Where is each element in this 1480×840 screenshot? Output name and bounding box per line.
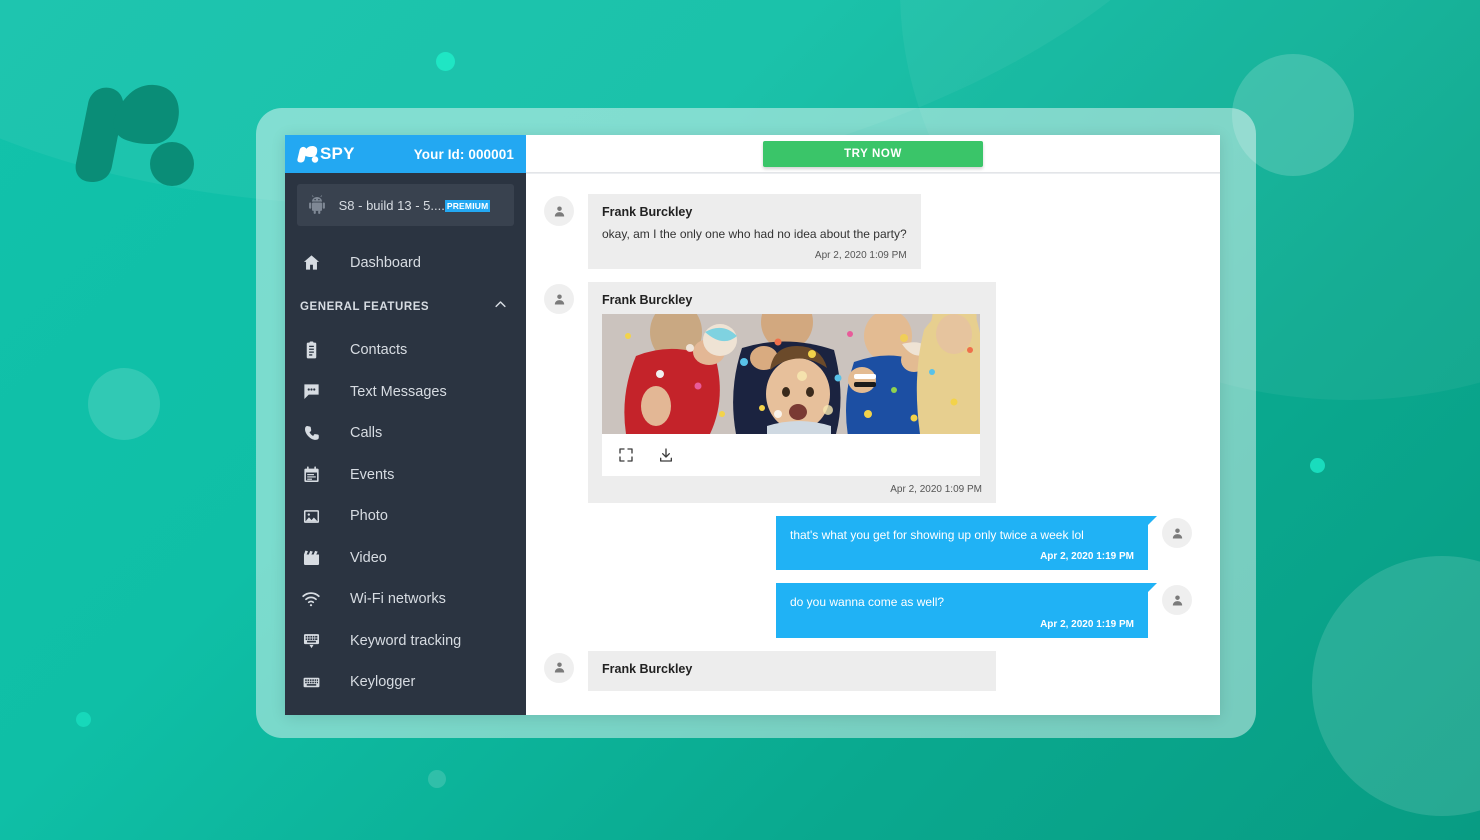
party-photo	[602, 314, 980, 435]
attachment-photo[interactable]	[602, 314, 980, 435]
image-action-bar	[602, 434, 980, 477]
message-time: Apr 2, 2020 1:19 PM	[1040, 618, 1134, 630]
message-bubble: that's what you get for showing up only …	[776, 516, 1157, 571]
avatar	[544, 652, 574, 683]
try-now-bar: TRY NOW	[526, 135, 1220, 173]
avatar	[544, 284, 574, 315]
message-sender: Frank Burckley	[602, 205, 693, 219]
chat-message-row: Frank Burckley okay, am I the only one w…	[544, 194, 1192, 270]
bg-dot-right	[1310, 458, 1325, 473]
app-window: SPY Your Id: 000001 TRY NOW S8 - build 1…	[285, 135, 1220, 715]
mspy-m-icon	[297, 145, 319, 163]
sidebar-item-label: Calls	[350, 425, 383, 442]
message-text: that's what you get for showing up only …	[790, 528, 1084, 543]
window-body: S8 - build 13 - 5.... PREMIUM Dashboard G…	[285, 173, 1220, 715]
logo-text: SPY	[320, 144, 355, 163]
android-icon	[309, 195, 325, 214]
device-name-text: S8 - build 13 - 5....	[338, 197, 445, 213]
sidebar-item-calls[interactable]: Calls	[285, 413, 526, 455]
message-time: Apr 2, 2020 1:09 PM	[814, 250, 907, 262]
sidebar-item-label: Dashboard	[350, 254, 421, 271]
sidebar-item-label: Video	[350, 549, 387, 566]
mspy-watermark-logo	[75, 84, 194, 186]
sidebar-item-text-messages[interactable]: Text Messages	[285, 371, 526, 413]
try-now-button[interactable]: TRY NOW	[763, 140, 983, 167]
sidebar-item-contacts[interactable]: Contacts	[285, 330, 526, 372]
photo-icon	[300, 505, 322, 527]
sidebar-item-photo[interactable]: Photo	[285, 496, 526, 538]
chat-message-row: Frank Burckley	[544, 650, 1192, 691]
sidebar-item-label: Keylogger	[350, 674, 416, 691]
image-attachment	[602, 314, 980, 477]
home-icon	[300, 252, 322, 274]
sidebar-nav-list: Contacts Text Messages Calls Events Photo Vid…	[285, 330, 526, 704]
premium-badge: PREMIUM	[444, 200, 491, 213]
message-icon	[300, 381, 322, 403]
keyword-icon	[300, 630, 322, 652]
mspy-logo[interactable]: SPY	[297, 144, 355, 164]
device-name: S8 - build 13 - 5.... PREMIUM	[327, 198, 504, 213]
message-time: Apr 2, 2020 1:19 PM	[1040, 551, 1134, 563]
avatar	[1162, 518, 1192, 549]
sidebar-item-keylogger[interactable]: Keylogger	[285, 662, 526, 704]
sidebar-item-events[interactable]: Events	[285, 454, 526, 496]
chat-message-row: that's what you get for showing up only …	[544, 516, 1192, 571]
chat-panel[interactable]: Frank Burckley okay, am I the only one w…	[526, 173, 1220, 715]
sidebar-item-wi-fi-networks[interactable]: Wi-Fi networks	[285, 579, 526, 621]
bg-circle-bottom-right	[1312, 556, 1480, 816]
message-text: okay, am I the only one who had no idea …	[602, 227, 907, 241]
user-id-label: Your Id: 000001	[413, 146, 514, 162]
chat-message-list: Frank Burckley okay, am I the only one w…	[526, 188, 1220, 691]
chevron-up-icon	[493, 297, 508, 317]
bg-dot-bottom	[428, 770, 446, 788]
top-bar: SPY Your Id: 000001 TRY NOW	[285, 135, 1220, 173]
video-icon	[300, 547, 322, 569]
message-bubble: Frank Burckley okay, am I the only one w…	[588, 194, 921, 270]
message-text: do you wanna come as well?	[790, 595, 945, 610]
avatar	[1162, 585, 1192, 616]
calendar-icon	[300, 464, 322, 486]
message-bubble: do you wanna come as well? Apr 2, 2020 1…	[776, 583, 1157, 638]
message-time: Apr 2, 2020 1:09 PM	[890, 484, 982, 496]
device-selector[interactable]: S8 - build 13 - 5.... PREMIUM	[297, 184, 514, 226]
sidebar-item-label: Contacts	[350, 342, 408, 359]
sidebar-item-label: Photo	[350, 508, 388, 525]
download-icon[interactable]	[658, 447, 674, 463]
sidebar-item-label: Text Messages	[350, 383, 447, 400]
bg-circle-left	[88, 368, 160, 440]
chat-message-row: Frank Burckley	[544, 282, 1192, 504]
chat-message-row: do you wanna come as well? Apr 2, 2020 1…	[544, 583, 1192, 638]
sidebar-item-label: Keyword tracking	[350, 632, 462, 649]
sidebar-item-label: Wi-Fi networks	[350, 591, 446, 608]
sidebar-item-keyword-tracking[interactable]: Keyword tracking	[285, 620, 526, 662]
sidebar-item-video[interactable]: Video	[285, 537, 526, 579]
phone-icon	[300, 422, 322, 444]
sidebar-item-label: Events	[350, 466, 395, 483]
bg-dot-bottom-left	[76, 712, 91, 727]
message-sender: Frank Burckley	[602, 293, 693, 308]
message-bubble: Frank Burckley	[588, 650, 996, 691]
message-bubble: Frank Burckley	[588, 282, 996, 504]
bg-dot-top	[436, 52, 455, 71]
sidebar-item-dashboard[interactable]: Dashboard	[285, 242, 526, 284]
sidebar-section-general-features[interactable]: GENERAL FEATURES	[285, 284, 526, 330]
keyboard-icon	[300, 671, 322, 693]
message-sender: Frank Burckley	[602, 661, 693, 676]
avatar	[544, 196, 574, 226]
section-label: GENERAL FEATURES	[300, 300, 430, 313]
wifi-icon	[300, 588, 322, 610]
brand-bar: SPY Your Id: 000001	[285, 135, 526, 173]
expand-icon[interactable]	[618, 447, 634, 463]
sidebar: S8 - build 13 - 5.... PREMIUM Dashboard G…	[285, 173, 526, 715]
contacts-icon	[300, 339, 322, 361]
